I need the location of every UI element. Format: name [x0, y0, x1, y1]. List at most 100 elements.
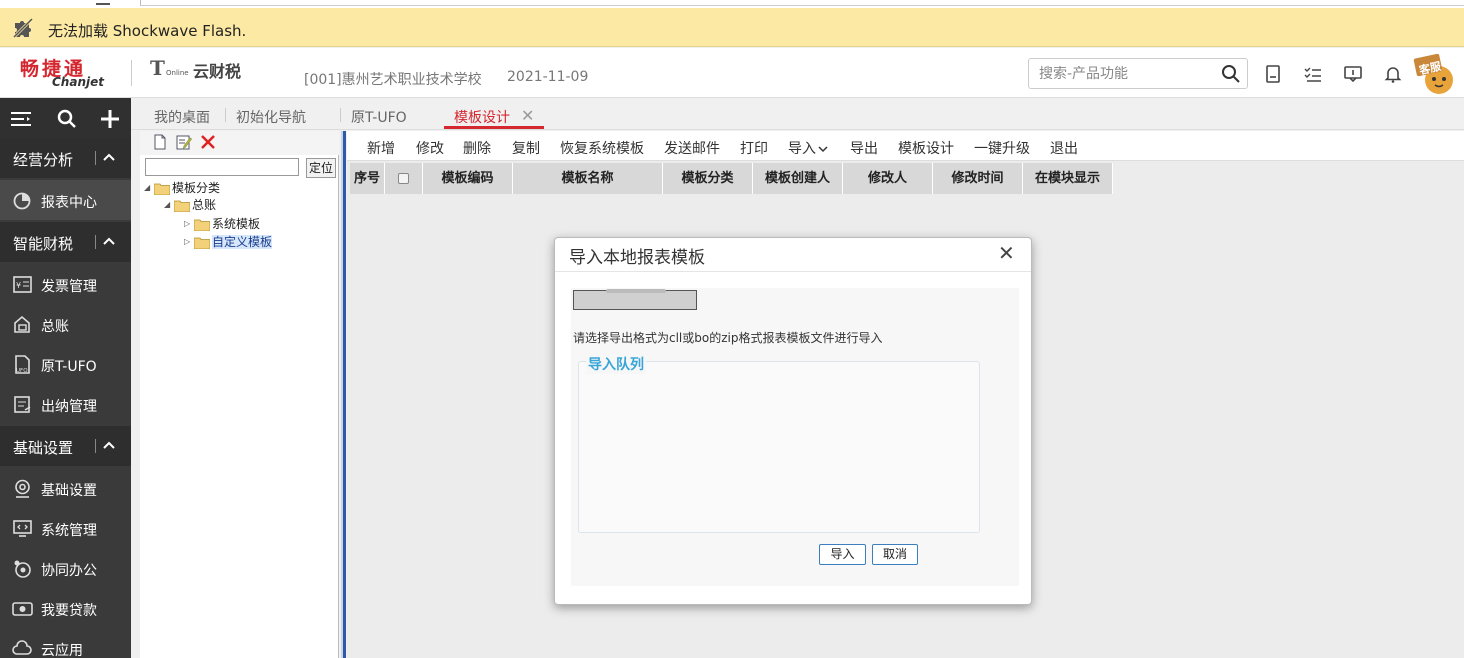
import-template-dialog: 导入本地报表模板 ✕ 请选择导出格式为cll或bo的zip格式报表模板文件进行导…: [554, 237, 1032, 605]
flash-notice-bar: 无法加载 Shockwave Flash.: [0, 0, 1464, 47]
tree-node-general-ledger[interactable]: ◢ 总账: [164, 197, 216, 213]
column-header[interactable]: 修改人: [843, 163, 933, 194]
plugin-puzzle-icon: [12, 17, 34, 39]
folder-icon: [194, 219, 210, 231]
search-icon[interactable]: [1221, 64, 1241, 84]
tree-search-input[interactable]: [145, 158, 299, 176]
column-header[interactable]: 模板编码: [423, 163, 513, 194]
column-header[interactable]: 模板创建人: [753, 163, 843, 194]
sidebar-item-cloud-apps[interactable]: 云应用: [0, 628, 131, 658]
folder-icon: [194, 237, 210, 249]
folder-open-icon: [154, 183, 170, 195]
browser-tab-strip: [0, 0, 1464, 8]
toolbar-import-button[interactable]: 导入: [788, 138, 828, 158]
cancel-button[interactable]: 取消: [872, 544, 918, 565]
message-icon[interactable]: [1344, 65, 1362, 83]
collapsed-arrow-icon[interactable]: ▷: [184, 234, 194, 250]
sidebar-item-cashier[interactable]: 出纳管理: [0, 384, 131, 424]
sidebar-toolbar: [0, 98, 131, 138]
close-icon[interactable]: ✕: [998, 241, 1015, 265]
sidebar-item-loan[interactable]: 我要贷款: [0, 588, 131, 628]
menu-toggle-icon[interactable]: [10, 108, 32, 130]
login-date: 2021-11-09: [507, 69, 589, 85]
import-queue: 导入队列: [578, 354, 980, 533]
tab-my-desktop[interactable]: 我的桌面: [154, 107, 210, 127]
active-tab-indicator: [444, 126, 544, 129]
search-input[interactable]: [1029, 59, 1219, 88]
sidebar-item-ledger[interactable]: 总账: [0, 304, 131, 344]
template-grid-header: 序号 模板编码 模板名称 模板分类 模板创建人 修改人 修改时间 在模块显示: [350, 163, 1113, 194]
toolbar-send-mail-button[interactable]: 发送邮件: [664, 138, 720, 158]
task-list-icon[interactable]: [1304, 65, 1322, 83]
toolbar-new-button[interactable]: 新增: [367, 138, 395, 158]
panel-splitter[interactable]: [341, 131, 346, 658]
toolbar-template-design-button[interactable]: 模板设计: [898, 138, 954, 158]
column-header[interactable]: 序号: [350, 163, 385, 194]
edit-icon[interactable]: [176, 134, 192, 150]
toolbar-edit-button[interactable]: 修改: [416, 138, 444, 158]
flash-message: 无法加载 Shockwave Flash.: [48, 22, 247, 40]
calculator-icon[interactable]: [1264, 65, 1282, 83]
collapsed-arrow-icon[interactable]: ▷: [184, 216, 194, 232]
import-queue-label: 导入队列: [586, 354, 646, 374]
dialog-body: 请选择导出格式为cll或bo的zip格式报表模板文件进行导入 导入队列 导入 取…: [571, 288, 1019, 586]
toolbar-copy-button[interactable]: 复制: [512, 138, 540, 158]
import-button[interactable]: 导入: [819, 544, 866, 565]
search-box[interactable]: [1028, 58, 1248, 89]
sidebar-group-basic-settings[interactable]: 基础设置: [0, 426, 131, 466]
sidebar-group-smart-finance[interactable]: 智能财税: [0, 222, 131, 262]
sidebar-item-basic-settings[interactable]: 基础设置: [0, 468, 131, 508]
toolbar-print-button[interactable]: 打印: [740, 138, 768, 158]
tree-node-system-templates[interactable]: ▷ 系统模板: [184, 216, 260, 232]
sidebar-search-icon[interactable]: [56, 108, 78, 130]
select-all-checkbox[interactable]: [398, 173, 409, 184]
tab-init-guide[interactable]: 初始化导航: [236, 107, 306, 127]
pie-chart-icon: [13, 192, 31, 210]
ledger-icon: [14, 315, 30, 333]
workspace-tabs: 我的桌面 初始化导航 原T-UFO 模板设计 ✕: [131, 98, 1464, 130]
ufo-doc-icon: UFO: [15, 355, 30, 374]
new-file-icon[interactable]: [152, 134, 168, 150]
column-header[interactable]: 在模块显示: [1023, 163, 1113, 194]
sidebar-item-t-ufo[interactable]: UFO 原T-UFO: [0, 344, 131, 384]
expanded-arrow-icon[interactable]: ◢: [144, 180, 154, 196]
toolbar-upgrade-button[interactable]: 一键升级: [974, 138, 1030, 158]
add-icon[interactable]: [99, 108, 121, 130]
product-name: 云财税: [193, 62, 242, 81]
file-select-button[interactable]: [573, 289, 697, 310]
chevron-up-icon: [103, 237, 115, 245]
product-logo-sub: Online: [166, 69, 189, 77]
customer-service-mascot[interactable]: 客服: [1413, 52, 1459, 96]
product-logo-t: T: [150, 56, 165, 80]
column-header-select-all[interactable]: [385, 163, 423, 194]
money-icon: [12, 602, 33, 616]
app-header: 畅捷通 Chanjet T Online 云财税 [001]惠州艺术职业技术学校…: [0, 48, 1464, 98]
column-header[interactable]: 模板名称: [513, 163, 663, 194]
column-header[interactable]: 修改时间: [933, 163, 1023, 194]
delete-icon[interactable]: [200, 134, 216, 150]
close-icon[interactable]: ✕: [521, 106, 534, 125]
sidebar-item-collaboration[interactable]: 协同办公: [0, 548, 131, 588]
bell-icon[interactable]: [1384, 65, 1402, 83]
sidebar-group-business-analysis[interactable]: 经营分析: [0, 138, 131, 178]
tree-node-custom-templates[interactable]: ▷ 自定义模板: [184, 234, 273, 250]
toolbar-exit-button[interactable]: 退出: [1050, 138, 1078, 158]
toolbar-delete-button[interactable]: 删除: [463, 138, 491, 158]
expanded-arrow-icon[interactable]: ◢: [164, 197, 174, 213]
company-name[interactable]: [001]惠州艺术职业技术学校: [304, 69, 482, 89]
locate-button[interactable]: 定位: [306, 158, 336, 178]
sidebar-item-report-center[interactable]: 报表中心: [0, 180, 131, 220]
invoice-icon: ¥: [13, 276, 32, 293]
toolbar-restore-button[interactable]: 恢复系统模板: [560, 138, 644, 158]
chevron-down-icon: [818, 146, 828, 153]
column-header[interactable]: 模板分类: [663, 163, 753, 194]
tab-template-design[interactable]: 模板设计: [454, 107, 510, 127]
cashier-icon: [14, 396, 31, 413]
sidebar-item-invoice[interactable]: ¥ 发票管理: [0, 264, 131, 304]
tree-node-root[interactable]: ◢ 模板分类: [144, 180, 220, 196]
template-tree-panel: 定位 ◢ 模板分类 ◢ 总账 ▷ 系统模板 ▷ 自定义模板: [140, 131, 339, 658]
sidebar-item-system-management[interactable]: 系统管理: [0, 508, 131, 548]
settings-icon: [15, 479, 30, 498]
tab-t-ufo[interactable]: 原T-UFO: [351, 107, 407, 127]
toolbar-export-button[interactable]: 导出: [850, 138, 878, 158]
